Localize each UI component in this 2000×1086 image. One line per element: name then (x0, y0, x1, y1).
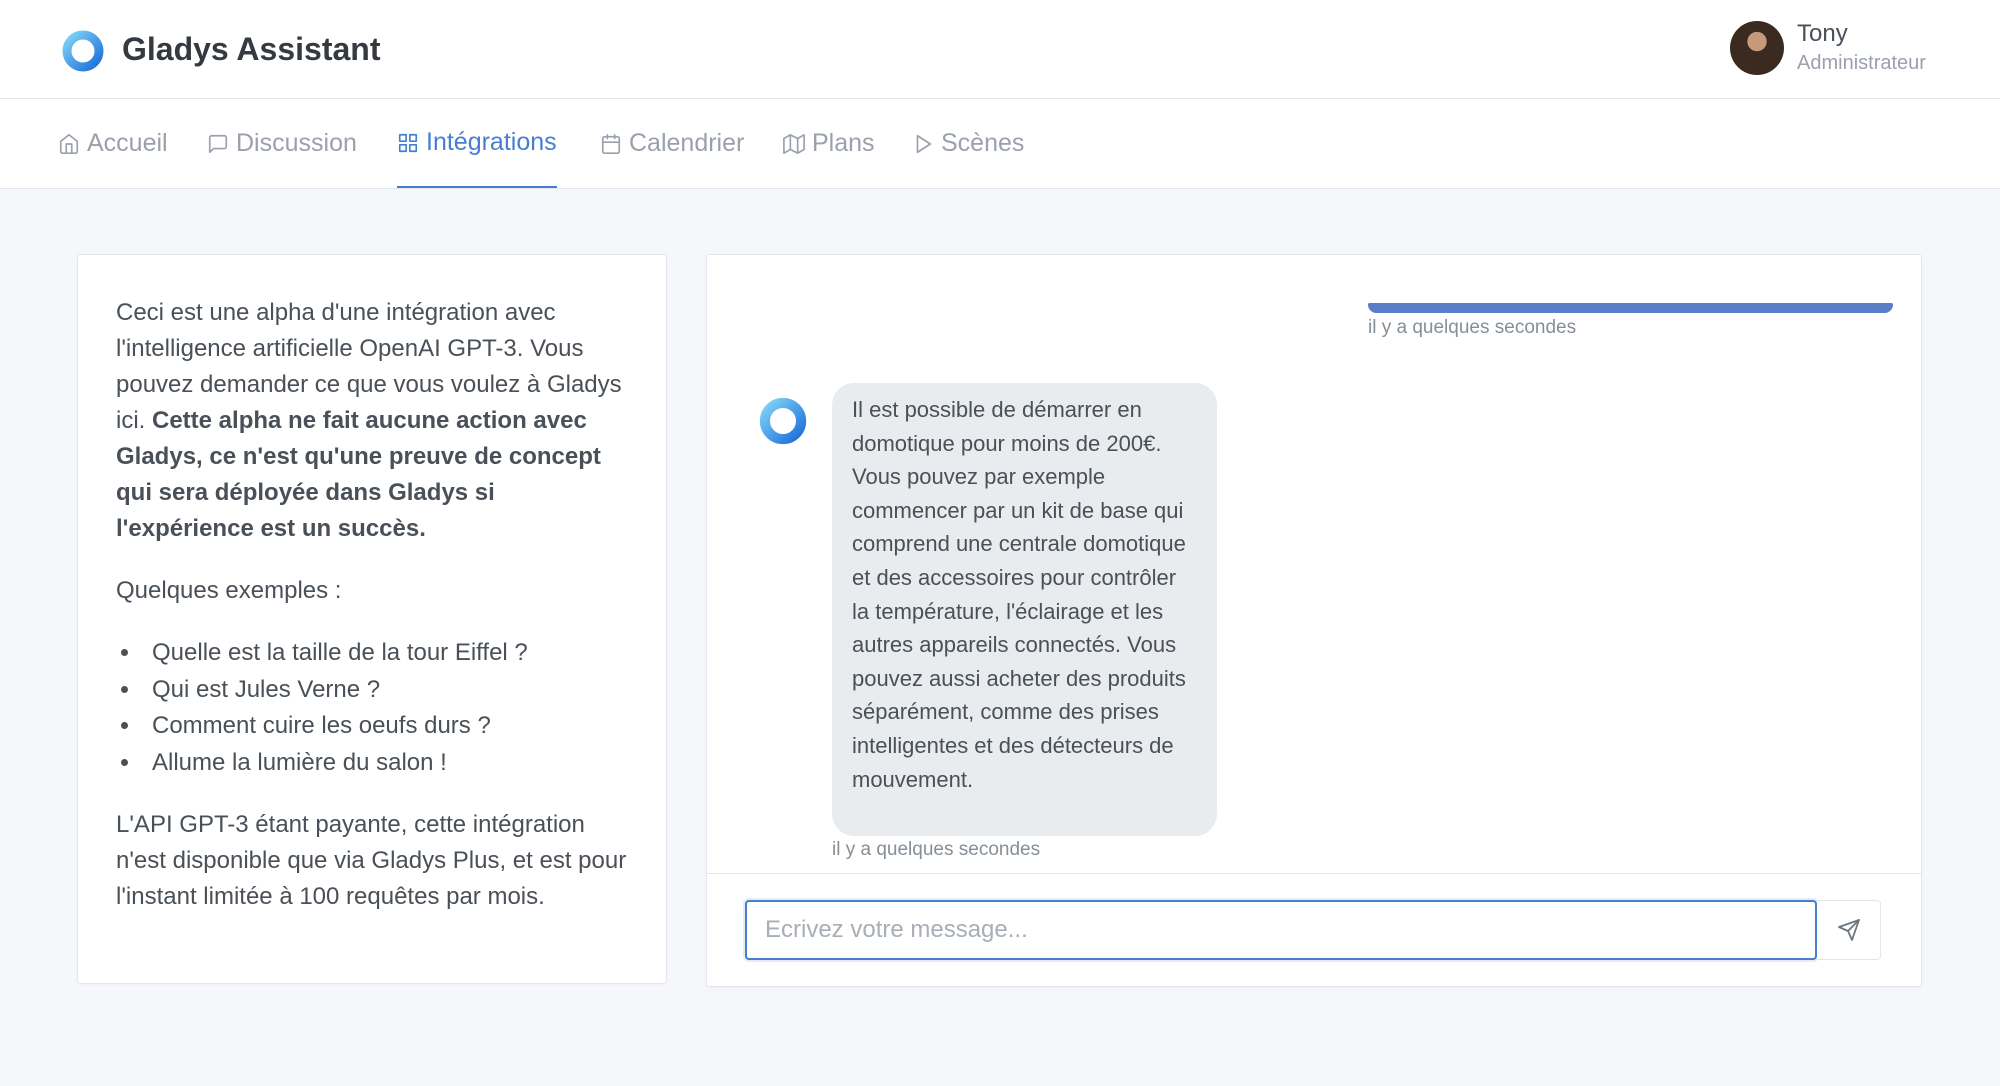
nav-item-label: Scènes (941, 129, 1025, 157)
nav-item-integrations[interactable]: Intégrations (397, 99, 557, 188)
send-icon (1837, 919, 1860, 941)
message-square-icon (208, 134, 228, 153)
user-name[interactable]: Tony (1797, 20, 1848, 48)
send-button[interactable] (1817, 900, 1881, 960)
bot-message-timestamp: il y a quelques secondes (832, 839, 1041, 860)
list-item: Allume la lumière du salon ! (142, 745, 628, 782)
play-icon (916, 134, 932, 153)
examples-list: Quelle est la taille de la tour Eiffel ?… (116, 635, 628, 781)
intro-paragraph: Ceci est une alpha d'une intégration ave… (116, 295, 628, 547)
nav-item-label: Intégrations (426, 128, 557, 156)
app-title[interactable]: Gladys Assistant (122, 28, 380, 70)
map-icon (783, 133, 805, 154)
grid-icon (398, 133, 418, 152)
user-role: Administrateur (1797, 52, 1926, 74)
list-item: Comment cuire les oeufs durs ? (142, 708, 628, 745)
nav-item-label: Calendrier (629, 129, 745, 157)
gladys-logo-icon[interactable] (60, 28, 106, 74)
nav-item-plans[interactable]: Plans (783, 99, 875, 188)
footer-paragraph: L'API GPT-3 étant payante, cette intégra… (116, 811, 627, 910)
gladys-avatar-icon (759, 397, 807, 445)
list-item: Quelle est la taille de la tour Eiffel ? (142, 635, 628, 672)
calendar-icon (601, 133, 621, 154)
list-item: Qui est Jules Verne ? (142, 672, 628, 709)
user-message-timestamp: il y a quelques secondes (1368, 317, 1577, 338)
message-input[interactable] (745, 900, 1817, 960)
chat-card: il y a quelques secondes Il est possible… (706, 254, 1922, 987)
nav-item-calendrier[interactable]: Calendrier (600, 99, 744, 188)
bot-message-bubble: Il est possible de démarrer en domotique… (832, 383, 1217, 836)
intro-bold-text: Cette alpha ne fait aucune action avec G… (116, 407, 601, 542)
main-nav: Accueil Discussion Intégrations Calendri… (0, 99, 2000, 189)
examples-title: Quelques exemples : (116, 577, 342, 604)
chat-footer (707, 873, 1921, 987)
top-header: Gladys Assistant Tony Administrateur (0, 0, 2000, 99)
nav-item-accueil[interactable]: Accueil (58, 99, 168, 188)
nav-item-discussion[interactable]: Discussion (207, 99, 357, 188)
home-icon (59, 133, 79, 154)
avatar[interactable] (1730, 21, 1784, 75)
nav-item-label: Discussion (236, 129, 357, 157)
nav-item-scenes[interactable]: Scènes (912, 99, 1024, 188)
nav-item-label: Plans (812, 129, 875, 157)
nav-item-label: Accueil (87, 129, 168, 157)
info-card: Ceci est une alpha d'une intégration ave… (77, 254, 667, 984)
user-message-bubble (1368, 303, 1893, 313)
